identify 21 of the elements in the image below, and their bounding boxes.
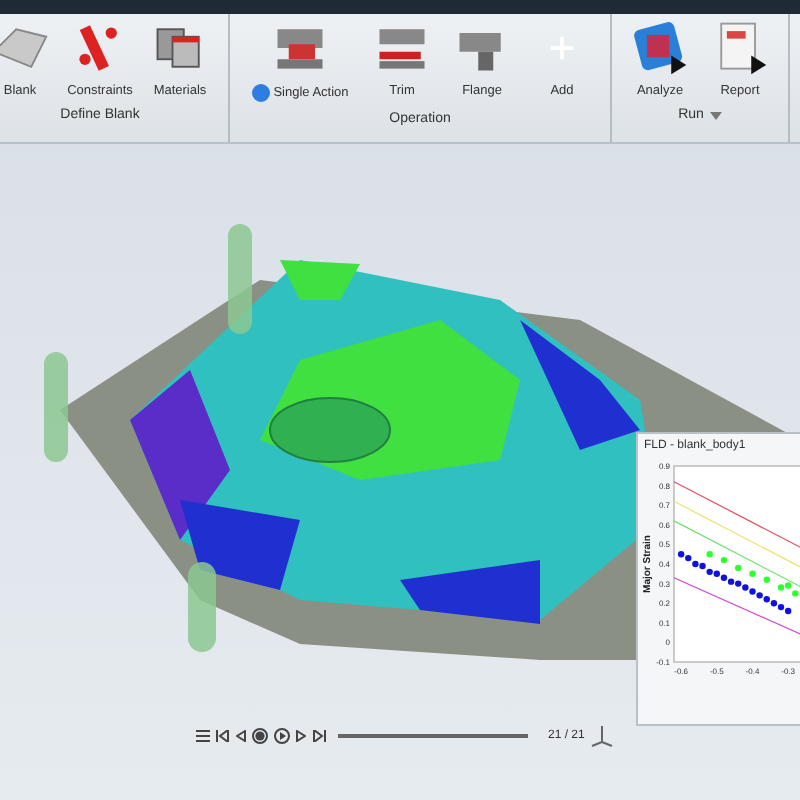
analyze-icon [630,18,690,78]
checkbox[interactable] [251,84,270,102]
data-point [763,576,770,583]
data-point [749,570,756,577]
limit-curve [673,577,800,638]
limit-curve [673,500,800,571]
step-back-icon[interactable] [236,730,246,742]
caret-icon[interactable] [709,111,722,119]
data-point [735,564,742,572]
data-point [706,551,713,558]
skip-to-start-icon[interactable] [216,730,230,742]
menu-icon[interactable] [196,730,210,742]
limit-curve [673,481,800,551]
data-point [720,556,728,564]
skip-to-end-icon[interactable] [312,730,326,742]
record-icon[interactable] [252,728,268,744]
play-icon[interactable] [274,728,290,744]
limit-curve [673,520,800,591]
step-forward-icon[interactable] [296,730,306,742]
timeline-track[interactable] [338,734,528,738]
axis-triad-icon [590,724,615,748]
